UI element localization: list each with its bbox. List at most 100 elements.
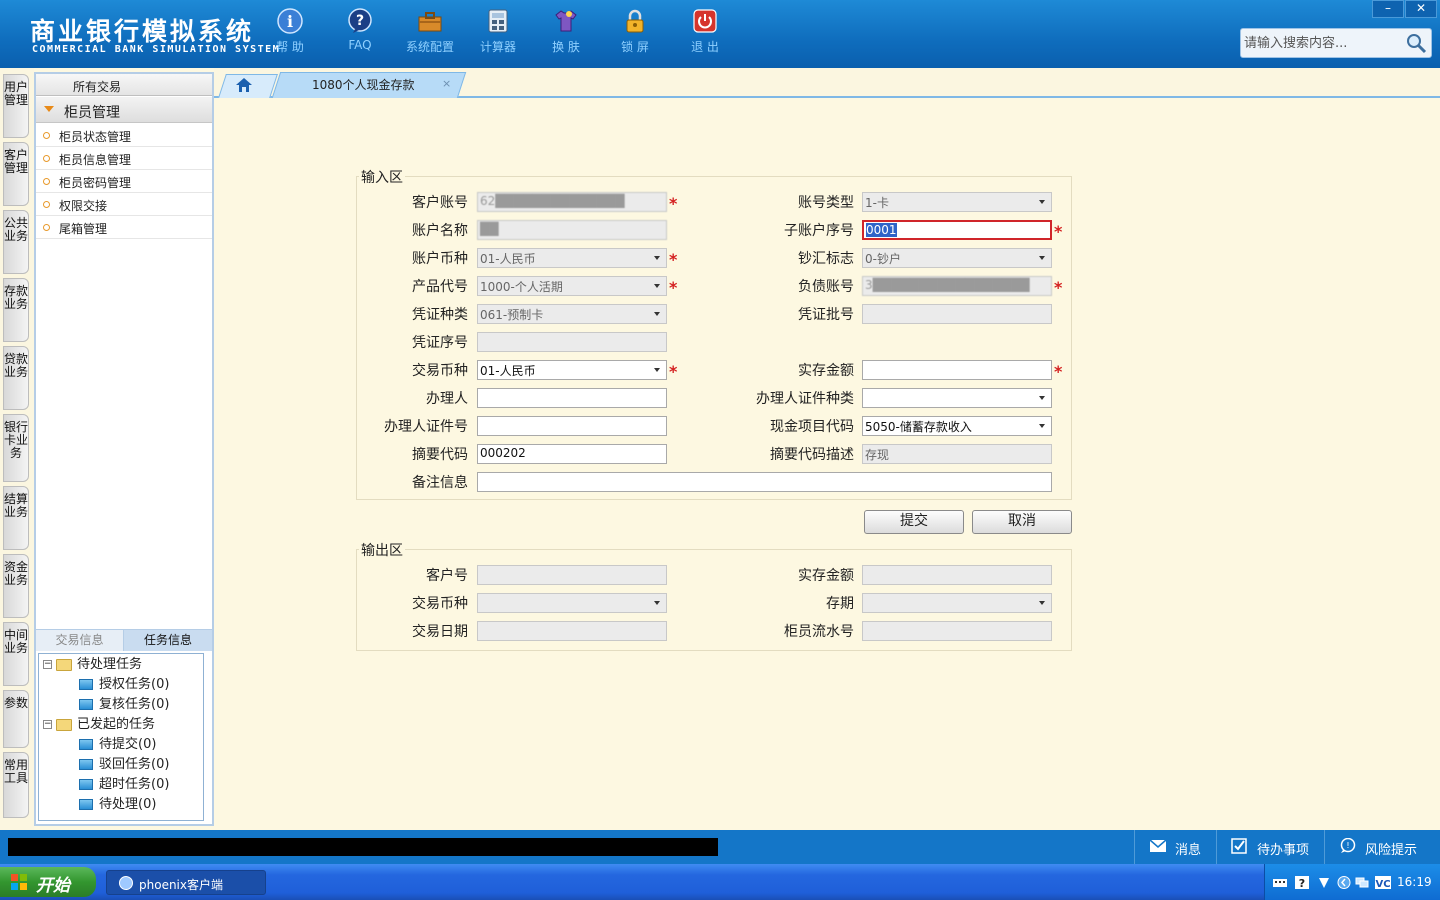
sub-account-seq-input[interactable]: 0001 (862, 220, 1052, 240)
close-window-button[interactable]: ✕ (1405, 0, 1437, 18)
account-name-input[interactable]: ██ (477, 220, 667, 240)
all-transactions-header[interactable]: 所有交易 (36, 74, 212, 96)
dropdown-arrow-icon[interactable] (649, 278, 665, 294)
dropdown-arrow-icon[interactable] (649, 362, 665, 378)
account-type-select[interactable]: 1-卡 (862, 192, 1052, 212)
deposit-amount-input[interactable] (862, 360, 1052, 380)
ime-icon[interactable] (1317, 876, 1331, 889)
chevron-left-icon[interactable] (1337, 876, 1351, 889)
vnav-public-business[interactable]: 公共业务 (3, 210, 29, 274)
change-skin-button[interactable]: 换 肤 (534, 8, 598, 55)
vnav-deposit-business[interactable]: 存款业务 (3, 278, 29, 342)
tree-node-review-tasks[interactable]: 复核任务(0) (79, 695, 169, 715)
bullet-icon (43, 132, 50, 139)
tab-cash-deposit-label: 1080个人现金存款 (312, 78, 415, 92)
vnav-common-tools[interactable]: 常用工具 (3, 752, 29, 818)
exit-label: 退 出 (691, 40, 719, 54)
vnav-settlement-business[interactable]: 结算业务 (3, 486, 29, 550)
tree-label: 授权任务(0) (99, 677, 170, 692)
remark-input[interactable] (477, 472, 1052, 492)
tree-node-auth-tasks[interactable]: 授权任务(0) (79, 675, 169, 695)
dropdown-arrow-icon[interactable] (1034, 250, 1050, 266)
risk-alert-button[interactable]: ! 风险提示 (1324, 830, 1440, 864)
search-icon[interactable] (1405, 32, 1427, 54)
agent-id-type-select[interactable] (862, 388, 1052, 408)
term-select[interactable] (862, 593, 1052, 613)
task-tree: − 待处理任务 授权任务(0) 复核任务(0) − 已发起的任务 待提交(0) 驳回… (38, 653, 204, 821)
dropdown-arrow-icon[interactable] (1034, 418, 1050, 434)
todo-button[interactable]: 待办事项 (1216, 830, 1324, 864)
lock-screen-button[interactable]: 锁 屏 (603, 8, 667, 55)
summary-desc-input[interactable]: 存现 (862, 444, 1052, 464)
tree-node-rejected[interactable]: 驳回任务(0) (79, 755, 169, 775)
agent-input[interactable] (477, 388, 667, 408)
home-icon[interactable] (236, 78, 252, 92)
start-button[interactable]: 开始 (0, 867, 96, 897)
vnav-parameters[interactable]: 参数 (3, 690, 29, 748)
vnav-user-management[interactable]: 用户管理 (3, 74, 29, 138)
voucher-type-select[interactable]: 061-预制卡 (477, 304, 667, 324)
exit-button[interactable]: 退 出 (673, 8, 737, 55)
summary-code-input[interactable]: 000202 (477, 444, 667, 464)
checkbox-icon (1231, 838, 1247, 854)
tab-task-info[interactable]: 任务信息 (124, 630, 212, 651)
sub-account-seq-value: 0001 (866, 223, 897, 237)
tree-node-initiated[interactable]: − 已发起的任务 (43, 715, 155, 735)
summary-desc-label: 摘要代码描述 (770, 447, 854, 463)
minimize-button[interactable]: – (1372, 0, 1404, 18)
sidebar-item-tail-box[interactable]: 尾箱管理 (36, 216, 212, 239)
vc-tray-icon[interactable]: VC (1375, 876, 1391, 889)
sidebar-item-permission-handover[interactable]: 权限交接 (36, 193, 212, 216)
risk-alert-label: 风险提示 (1365, 843, 1418, 858)
vnav-customer-management[interactable]: 客户管理 (3, 142, 29, 206)
dropdown-arrow-icon[interactable] (1034, 595, 1050, 611)
network-icon[interactable] (1355, 876, 1369, 889)
collapse-icon[interactable]: − (43, 660, 52, 669)
vnav-intermediary-business[interactable]: 中间业务 (3, 622, 29, 686)
sidebar-item-teller-info[interactable]: 柜员信息管理 (36, 147, 212, 170)
search-input[interactable] (1244, 33, 1404, 53)
trans-currency-select[interactable]: 01-人民币 (477, 360, 667, 380)
faq-button[interactable]: ? FAQ (328, 8, 392, 52)
account-currency-select[interactable]: 01-人民币 (477, 248, 667, 268)
dropdown-arrow-icon[interactable] (1034, 390, 1050, 406)
dropdown-arrow-icon[interactable] (649, 595, 665, 611)
cash-item-code-select[interactable]: 5050-储蓄存款收入 (862, 416, 1052, 436)
submit-button[interactable]: 提交 (864, 510, 964, 534)
collapse-icon[interactable]: − (43, 720, 52, 729)
voucher-batch-input[interactable] (862, 304, 1052, 324)
dropdown-arrow-icon[interactable] (649, 306, 665, 322)
cash-remit-flag-select[interactable]: 0-钞户 (862, 248, 1052, 268)
vnav-loan-business[interactable]: 贷款业务 (3, 346, 29, 410)
calculator-button[interactable]: 计算器 (466, 8, 530, 55)
voucher-seq-input[interactable] (477, 332, 667, 352)
close-tab-icon[interactable]: × (442, 77, 451, 90)
account-no-input[interactable]: 62██████████████ (477, 192, 667, 212)
system-config-button[interactable]: 系统配置 (398, 8, 462, 55)
tree-node-timeout[interactable]: 超时任务(0) (79, 775, 169, 795)
vnav-bank-card-business[interactable]: 银行卡业务 (3, 414, 29, 482)
tree-label: 待处理(0) (99, 797, 157, 812)
vnav-fund-business[interactable]: 资金业务 (3, 554, 29, 618)
dropdown-arrow-icon[interactable] (649, 250, 665, 266)
tab-transaction-info[interactable]: 交易信息 (36, 630, 124, 651)
help-tray-icon[interactable]: ? (1295, 876, 1309, 889)
dropdown-arrow-icon[interactable] (1034, 194, 1050, 210)
account-currency-label: 账户币种 (412, 251, 468, 267)
help-button[interactable]: i 帮 助 (258, 8, 322, 55)
liability-account-input[interactable]: 3█████████████████ (862, 276, 1052, 296)
sidebar-item-teller-password[interactable]: 柜员密码管理 (36, 170, 212, 193)
cancel-button[interactable]: 取消 (972, 510, 1072, 534)
product-code-select[interactable]: 1000-个人活期 (477, 276, 667, 296)
keyboard-icon[interactable] (1273, 876, 1287, 889)
tree-node-pending[interactable]: − 待处理任务 (43, 655, 142, 675)
tree-node-to-submit[interactable]: 待提交(0) (79, 735, 156, 755)
agent-id-no-input[interactable] (477, 416, 667, 436)
messages-button[interactable]: 消息 (1134, 830, 1216, 864)
teller-management-group[interactable]: 柜员管理 (36, 97, 212, 123)
system-tray: ? VC 16:19 (1264, 864, 1440, 900)
out-trans-currency-select[interactable] (477, 593, 667, 613)
taskbar-app-phoenix[interactable]: phoenix客户端 (106, 870, 266, 895)
tree-node-to-process[interactable]: 待处理(0) (79, 795, 156, 815)
sidebar-item-teller-status[interactable]: 柜员状态管理 (36, 124, 212, 147)
